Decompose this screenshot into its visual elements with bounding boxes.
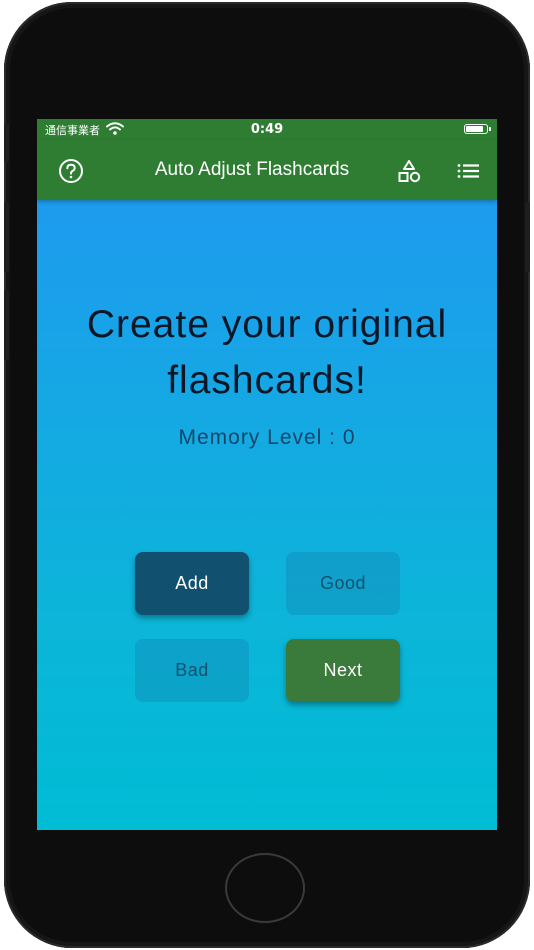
list-icon[interactable] [454, 157, 482, 185]
status-time: 0:49 [250, 122, 284, 137]
power-button [525, 202, 530, 272]
app-bar: Auto Adjust Flashcards [37, 140, 497, 200]
status-bar: 通信事業者 0:49 [37, 119, 497, 140]
mute-switch [4, 124, 9, 162]
flashcard-text: Create your original flashcards! [86, 303, 448, 402]
add-button[interactable]: Add [135, 552, 249, 615]
battery-level [466, 126, 483, 132]
home-button[interactable] [225, 853, 305, 923]
app-title: Auto Adjust Flashcards [154, 159, 350, 180]
bad-button[interactable]: Bad [135, 639, 249, 702]
memory-level-label: Memory Level : 0 [178, 426, 356, 449]
app-screen: 通信事業者 0:49 Auto Adjust Flashcards Create… [37, 119, 497, 830]
volume-down-button [4, 290, 9, 360]
volume-up-button [4, 202, 9, 272]
battery-icon [464, 124, 491, 134]
good-button[interactable]: Good [286, 552, 400, 615]
help-circle-icon[interactable] [57, 157, 85, 185]
shapes-icon[interactable] [395, 157, 423, 185]
next-button[interactable]: Next [286, 639, 400, 702]
